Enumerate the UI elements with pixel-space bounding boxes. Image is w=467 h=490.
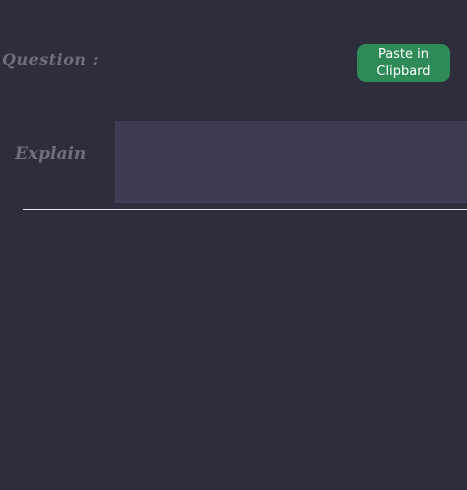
paste-in-clipboard-button[interactable]: Paste in Clipbard: [357, 44, 450, 82]
explain-label: Explain: [15, 144, 87, 164]
explain-input[interactable]: [115, 121, 467, 203]
divider: [23, 209, 467, 210]
paste-button-label-line2: Clipbard: [376, 64, 431, 79]
question-label: Question :: [2, 50, 100, 69]
paste-button-label: Paste in Clipbard: [376, 46, 430, 80]
paste-button-label-line1: Paste in: [377, 47, 430, 62]
